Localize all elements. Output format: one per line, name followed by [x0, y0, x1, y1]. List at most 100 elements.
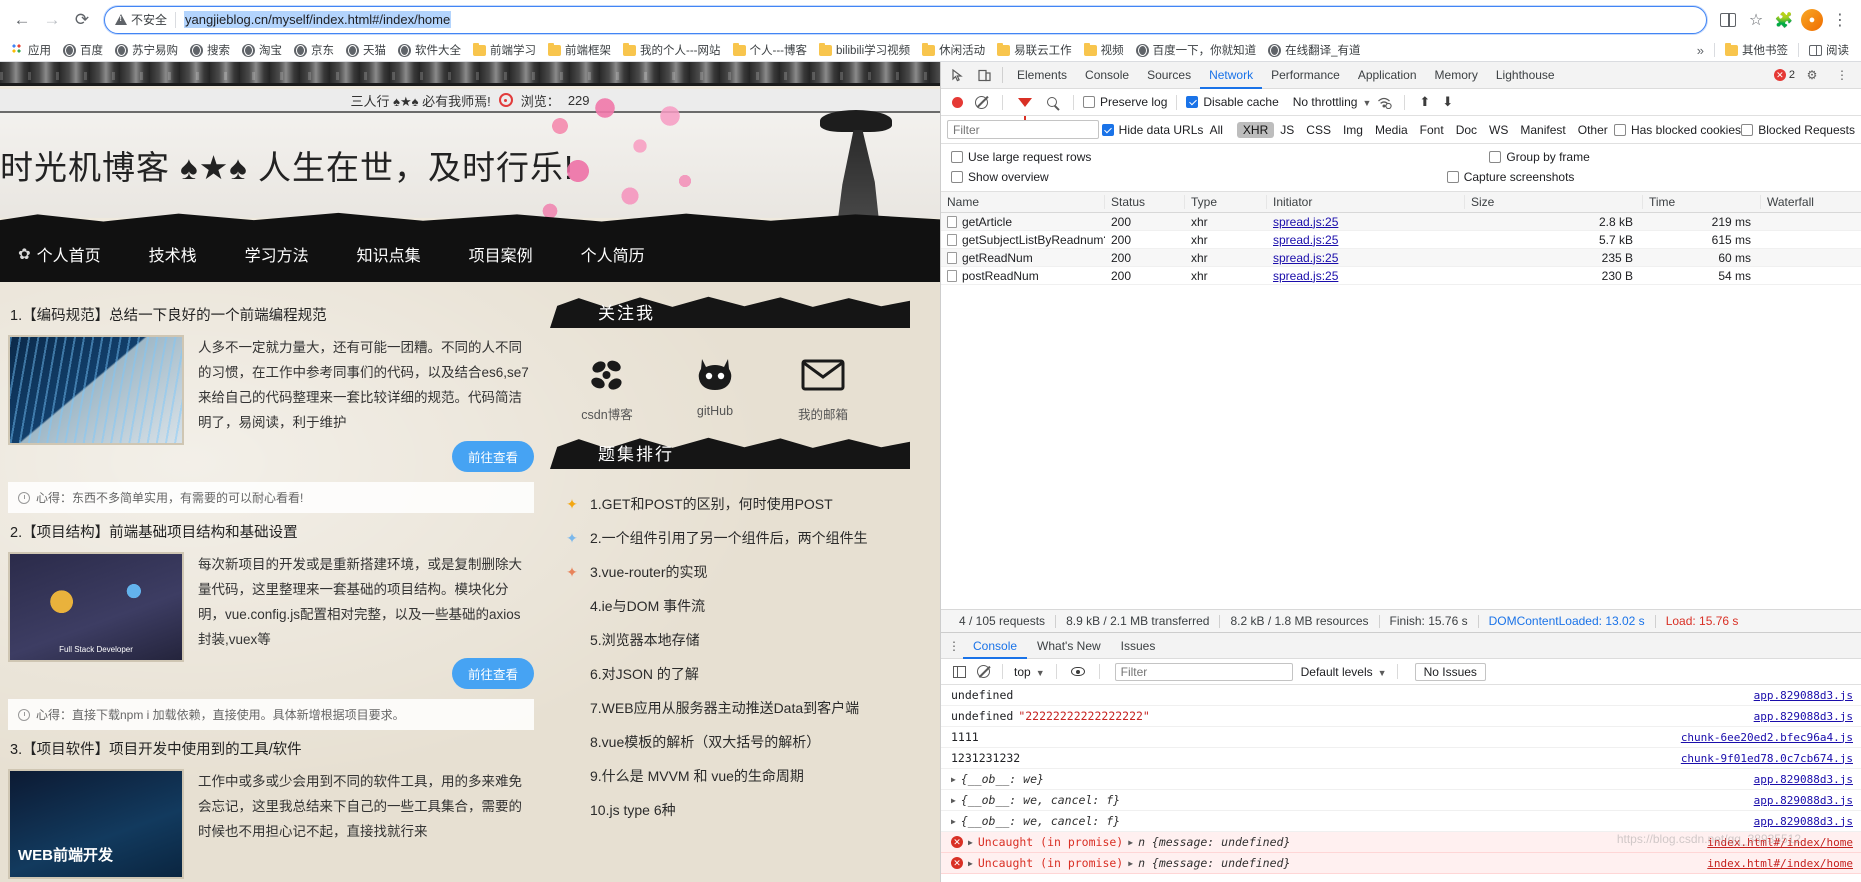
go-view-button[interactable]: 前往查看: [451, 441, 534, 472]
table-row[interactable]: getArticle 200 xhr spread.js:25 2.8 kB 2…: [941, 213, 1861, 231]
three-dot-menu-icon[interactable]: ⋮: [1829, 63, 1855, 87]
column-header-size[interactable]: Size: [1465, 195, 1643, 209]
clear-network-icon[interactable]: [975, 95, 988, 109]
console-message[interactable]: ▶ {__ob__: we, cancel: f} app.829088d3.j…: [941, 790, 1861, 811]
console-context-select[interactable]: top ▼: [1010, 665, 1049, 679]
bookmark-jd[interactable]: 京东: [288, 40, 340, 60]
column-header-type[interactable]: Type: [1185, 195, 1267, 209]
no-issues-button[interactable]: No Issues: [1414, 662, 1486, 681]
rank-item[interactable]: 8.vue模板的解析（双大括号的解析）: [564, 725, 940, 759]
qr-code-icon[interactable]: [1715, 7, 1741, 33]
console-message[interactable]: undefined "22222222222222222" app.829088…: [941, 706, 1861, 727]
tab-console[interactable]: Console: [1076, 62, 1138, 89]
reading-list-button[interactable]: 阅读: [1803, 40, 1855, 60]
type-filter-css[interactable]: CSS: [1300, 122, 1337, 138]
tab-lighthouse[interactable]: Lighthouse: [1487, 62, 1564, 89]
type-filter-media[interactable]: Media: [1369, 122, 1414, 138]
console-filter-input[interactable]: [1114, 662, 1293, 681]
device-toolbar-icon[interactable]: [971, 63, 997, 87]
type-filter-xhr[interactable]: XHR: [1236, 121, 1275, 138]
console-message[interactable]: ▶ {__ob__: we} app.829088d3.js: [941, 769, 1861, 790]
drawer-tab-console[interactable]: Console: [963, 633, 1027, 659]
request-initiator[interactable]: spread.js:25: [1273, 215, 1338, 229]
tab-sources[interactable]: Sources: [1138, 62, 1200, 89]
nav-item-home[interactable]: ✿ 个人首页: [8, 242, 125, 266]
rank-item[interactable]: ✦ 3.vue-router的实现: [564, 555, 940, 589]
bookmark-star-icon[interactable]: ☆: [1743, 7, 1769, 33]
bookmark-folder-yilianyun[interactable]: 易联云工作: [991, 40, 1078, 60]
column-header-status[interactable]: Status: [1105, 195, 1185, 209]
rank-item[interactable]: 9.什么是 MVVM 和 vue的生命周期: [564, 759, 940, 793]
console-error-message[interactable]: ✕ ▶ Uncaught (in promise) ▶ n {message: …: [941, 853, 1861, 874]
nav-item-projects[interactable]: 项目案例: [445, 242, 557, 266]
security-indicator[interactable]: 不安全: [115, 11, 167, 28]
nav-item-knowledge[interactable]: 知识点集: [333, 242, 445, 266]
back-button[interactable]: ←: [8, 6, 36, 34]
bookmark-baidu-home[interactable]: 百度一下，你就知道: [1130, 40, 1263, 60]
bookmark-tmall[interactable]: 天猫: [340, 40, 392, 60]
expand-triangle-icon[interactable]: ▶: [968, 838, 973, 847]
article-title[interactable]: 1.【编码规范】总结一下良好的一个前端编程规范: [10, 304, 534, 325]
console-sidebar-icon[interactable]: [953, 665, 966, 678]
nav-item-resume[interactable]: 个人简历: [557, 242, 669, 266]
type-filter-js[interactable]: JS: [1274, 122, 1300, 138]
bookmark-folder-leisure[interactable]: 休闲活动: [916, 40, 991, 60]
throttling-select[interactable]: No throttling ▼: [1293, 95, 1372, 109]
import-har-icon[interactable]: ⬆: [1419, 94, 1430, 110]
capture-screenshots-checkbox[interactable]: Capture screenshots: [1446, 170, 1574, 184]
bookmark-youdao-translate[interactable]: 在线翻译_有道: [1262, 40, 1366, 60]
column-header-name[interactable]: Name: [941, 195, 1105, 209]
network-filter-input[interactable]: [947, 120, 1099, 139]
group-by-frame-checkbox[interactable]: Group by frame: [1489, 150, 1590, 164]
console-levels-select[interactable]: Default levels ▼: [1301, 665, 1387, 679]
bookmark-folder-my-blog[interactable]: 个人---博客: [727, 40, 814, 60]
bookmark-suning[interactable]: 苏宁易购: [109, 40, 184, 60]
address-bar[interactable]: 不安全 yangjieblog.cn/myself/index.html#/in…: [104, 5, 1707, 34]
column-header-initiator[interactable]: Initiator: [1267, 195, 1465, 209]
bookmark-folder-frontend-framework[interactable]: 前端框架: [542, 40, 617, 60]
bookmark-search[interactable]: 搜索: [184, 40, 236, 60]
tab-network[interactable]: Network: [1200, 62, 1262, 89]
type-filter-ws[interactable]: WS: [1483, 122, 1514, 138]
rank-item[interactable]: 5.浏览器本地存储: [564, 623, 940, 657]
console-source-link[interactable]: index.html#/index/home: [1707, 857, 1853, 870]
type-filter-manifest[interactable]: Manifest: [1514, 122, 1571, 138]
type-filter-all[interactable]: All: [1204, 122, 1229, 138]
bookmark-folder-frontend-study[interactable]: 前端学习: [467, 40, 542, 60]
reload-button[interactable]: ⟳: [68, 6, 96, 34]
tab-performance[interactable]: Performance: [1262, 62, 1349, 89]
column-header-time[interactable]: Time: [1643, 195, 1761, 209]
console-source-link[interactable]: app.829088d3.js: [1754, 815, 1853, 828]
console-source-link[interactable]: chunk-9f01ed78.0c7cb674.js: [1681, 752, 1853, 765]
request-initiator[interactable]: spread.js:25: [1273, 269, 1338, 283]
go-view-button[interactable]: 前往查看: [451, 658, 534, 689]
inspect-element-icon[interactable]: [945, 63, 971, 87]
console-source-link[interactable]: chunk-6ee20ed2.bfec96a4.js: [1681, 731, 1853, 744]
column-header-waterfall[interactable]: Waterfall: [1761, 195, 1861, 209]
article-thumbnail[interactable]: [8, 552, 184, 662]
console-source-link[interactable]: app.829088d3.js: [1754, 794, 1853, 807]
rank-item[interactable]: ✦ 1.GET和POST的区别，何时使用POST: [564, 487, 940, 521]
rank-item[interactable]: 4.ie与DOM 事件流: [564, 589, 940, 623]
rank-item[interactable]: 6.对JSON 的了解: [564, 657, 940, 691]
profile-avatar-icon[interactable]: ●: [1799, 7, 1825, 33]
drawer-tab-whats-new[interactable]: What's New: [1027, 633, 1111, 659]
expand-triangle-icon[interactable]: ▶: [1128, 838, 1133, 847]
forward-button[interactable]: →: [38, 6, 66, 34]
console-message[interactable]: undefined app.829088d3.js: [941, 685, 1861, 706]
table-row[interactable]: getReadNum 200 xhr spread.js:25 235 B 60…: [941, 249, 1861, 267]
console-error-message[interactable]: ✕ ▶ Uncaught (in promise) ▶ n {message: …: [941, 832, 1861, 853]
social-link-csdn[interactable]: csdn博客: [564, 352, 650, 423]
table-row[interactable]: postReadNum 200 xhr spread.js:25 230 B 5…: [941, 267, 1861, 285]
console-message[interactable]: ▶ {__ob__: we, cancel: f} app.829088d3.j…: [941, 811, 1861, 832]
bookmark-baidu[interactable]: 百度: [57, 40, 109, 60]
search-icon[interactable]: [1047, 97, 1057, 107]
export-har-icon[interactable]: ⬇: [1442, 94, 1453, 110]
has-blocked-cookies-checkbox[interactable]: Has blocked cookies: [1613, 123, 1741, 137]
three-dot-menu-icon[interactable]: ⋮: [1827, 7, 1853, 33]
bookmark-other-bookmarks[interactable]: 其他书签: [1719, 40, 1794, 60]
type-filter-doc[interactable]: Doc: [1450, 122, 1483, 138]
article-title[interactable]: 3.【项目软件】项目开发中使用到的工具/软件: [10, 738, 534, 759]
expand-triangle-icon[interactable]: ▶: [1128, 859, 1133, 868]
bookmark-folder-video[interactable]: 视频: [1078, 40, 1130, 60]
